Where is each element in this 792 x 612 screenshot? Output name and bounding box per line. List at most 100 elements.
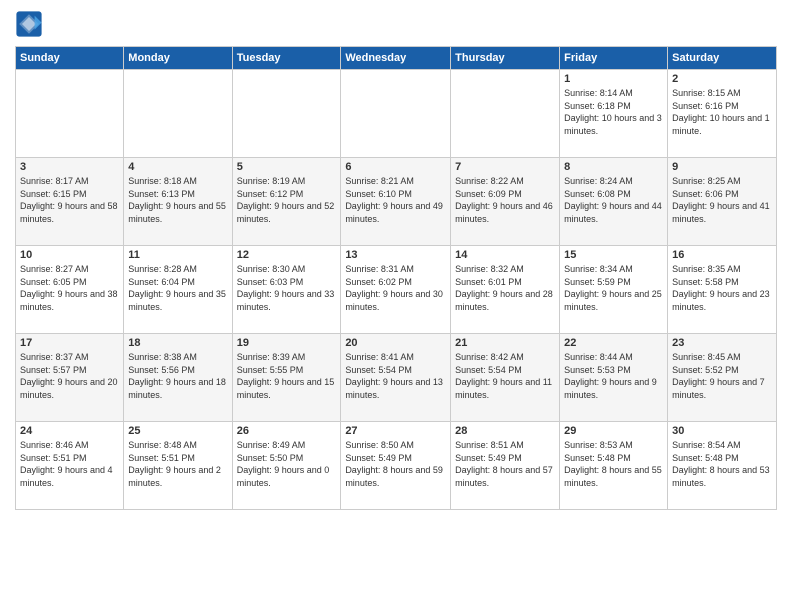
calendar-cell: 16 Sunrise: 8:35 AMSunset: 5:58 PMDayligh… bbox=[668, 246, 777, 334]
day-info: Sunrise: 8:46 AMSunset: 5:51 PMDaylight:… bbox=[20, 439, 119, 489]
day-number: 6 bbox=[345, 161, 446, 173]
calendar-week-row: 17 Sunrise: 8:37 AMSunset: 5:57 PMDayligh… bbox=[16, 334, 777, 422]
day-number: 13 bbox=[345, 249, 446, 261]
calendar-cell bbox=[451, 70, 560, 158]
calendar-cell: 11 Sunrise: 8:28 AMSunset: 6:04 PMDayligh… bbox=[124, 246, 232, 334]
calendar-cell: 10 Sunrise: 8:27 AMSunset: 6:05 PMDayligh… bbox=[16, 246, 124, 334]
calendar-cell: 15 Sunrise: 8:34 AMSunset: 5:59 PMDayligh… bbox=[560, 246, 668, 334]
day-number: 1 bbox=[564, 73, 663, 85]
calendar-cell bbox=[341, 70, 451, 158]
calendar-cell: 25Sunrise: 8:48 AMSunset: 5:51 PMDayligh… bbox=[124, 422, 232, 510]
calendar: SundayMondayTuesdayWednesdayThursdayFrid… bbox=[15, 46, 777, 510]
day-number: 27 bbox=[345, 425, 446, 437]
calendar-week-row: 3 Sunrise: 8:17 AMSunset: 6:15 PMDaylight… bbox=[16, 158, 777, 246]
day-info: Sunrise: 8:31 AMSunset: 6:02 PMDaylight:… bbox=[345, 263, 446, 313]
day-number: 19 bbox=[237, 337, 337, 349]
day-info: Sunrise: 8:53 AMSunset: 5:48 PMDaylight:… bbox=[564, 439, 663, 489]
day-info: Sunrise: 8:34 AMSunset: 5:59 PMDaylight:… bbox=[564, 263, 663, 313]
calendar-cell: 4 Sunrise: 8:18 AMSunset: 6:13 PMDaylight… bbox=[124, 158, 232, 246]
calendar-cell: 28 Sunrise: 8:51 AMSunset: 5:49 PMDayligh… bbox=[451, 422, 560, 510]
day-number: 16 bbox=[672, 249, 772, 261]
day-of-week-header: Saturday bbox=[668, 47, 777, 70]
calendar-cell: 18 Sunrise: 8:38 AMSunset: 5:56 PMDayligh… bbox=[124, 334, 232, 422]
calendar-cell: 27Sunrise: 8:50 AMSunset: 5:49 PMDayligh… bbox=[341, 422, 451, 510]
day-number: 9 bbox=[672, 161, 772, 173]
calendar-cell: 26 Sunrise: 8:49 AMSunset: 5:50 PMDayligh… bbox=[232, 422, 341, 510]
calendar-cell: 5Sunrise: 8:19 AMSunset: 6:12 PMDaylight… bbox=[232, 158, 341, 246]
day-info: Sunrise: 8:49 AMSunset: 5:50 PMDaylight:… bbox=[237, 439, 337, 489]
calendar-cell: 29Sunrise: 8:53 AMSunset: 5:48 PMDayligh… bbox=[560, 422, 668, 510]
calendar-cell: 14Sunrise: 8:32 AMSunset: 6:01 PMDayligh… bbox=[451, 246, 560, 334]
calendar-cell: 13 Sunrise: 8:31 AMSunset: 6:02 PMDayligh… bbox=[341, 246, 451, 334]
day-number: 21 bbox=[455, 337, 555, 349]
day-number: 20 bbox=[345, 337, 446, 349]
day-of-week-header: Friday bbox=[560, 47, 668, 70]
calendar-cell: 8 Sunrise: 8:24 AMSunset: 6:08 PMDaylight… bbox=[560, 158, 668, 246]
day-of-week-header: Thursday bbox=[451, 47, 560, 70]
calendar-week-row: 10 Sunrise: 8:27 AMSunset: 6:05 PMDayligh… bbox=[16, 246, 777, 334]
calendar-cell bbox=[16, 70, 124, 158]
day-info: Sunrise: 8:37 AMSunset: 5:57 PMDaylight:… bbox=[20, 351, 119, 401]
day-number: 30 bbox=[672, 425, 772, 437]
calendar-cell: 17 Sunrise: 8:37 AMSunset: 5:57 PMDayligh… bbox=[16, 334, 124, 422]
calendar-cell: 22 Sunrise: 8:44 AMSunset: 5:53 PMDayligh… bbox=[560, 334, 668, 422]
day-info: Sunrise: 8:21 AMSunset: 6:10 PMDaylight:… bbox=[345, 175, 446, 225]
day-info: Sunrise: 8:35 AMSunset: 5:58 PMDaylight:… bbox=[672, 263, 772, 313]
day-number: 22 bbox=[564, 337, 663, 349]
day-number: 12 bbox=[237, 249, 337, 261]
calendar-cell: 21 Sunrise: 8:42 AMSunset: 5:54 PMDayligh… bbox=[451, 334, 560, 422]
day-number: 25 bbox=[128, 425, 227, 437]
day-of-week-header: Monday bbox=[124, 47, 232, 70]
calendar-week-row: 1 Sunrise: 8:14 AMSunset: 6:18 PMDaylight… bbox=[16, 70, 777, 158]
day-of-week-header: Sunday bbox=[16, 47, 124, 70]
calendar-week-row: 24 Sunrise: 8:46 AMSunset: 5:51 PMDayligh… bbox=[16, 422, 777, 510]
calendar-cell: 30 Sunrise: 8:54 AMSunset: 5:48 PMDayligh… bbox=[668, 422, 777, 510]
logo-icon bbox=[15, 10, 43, 38]
day-number: 26 bbox=[237, 425, 337, 437]
calendar-cell: 9 Sunrise: 8:25 AMSunset: 6:06 PMDaylight… bbox=[668, 158, 777, 246]
calendar-header-row: SundayMondayTuesdayWednesdayThursdayFrid… bbox=[16, 47, 777, 70]
calendar-cell: 7 Sunrise: 8:22 AMSunset: 6:09 PMDaylight… bbox=[451, 158, 560, 246]
day-info: Sunrise: 8:25 AMSunset: 6:06 PMDaylight:… bbox=[672, 175, 772, 225]
day-info: Sunrise: 8:19 AMSunset: 6:12 PMDaylight:… bbox=[237, 175, 337, 225]
calendar-cell: 19Sunrise: 8:39 AMSunset: 5:55 PMDayligh… bbox=[232, 334, 341, 422]
day-number: 24 bbox=[20, 425, 119, 437]
day-info: Sunrise: 8:44 AMSunset: 5:53 PMDaylight:… bbox=[564, 351, 663, 401]
calendar-cell: 24 Sunrise: 8:46 AMSunset: 5:51 PMDayligh… bbox=[16, 422, 124, 510]
header bbox=[15, 10, 777, 38]
day-number: 3 bbox=[20, 161, 119, 173]
day-number: 28 bbox=[455, 425, 555, 437]
calendar-cell: 2 Sunrise: 8:15 AMSunset: 6:16 PMDaylight… bbox=[668, 70, 777, 158]
day-number: 8 bbox=[564, 161, 663, 173]
day-info: Sunrise: 8:18 AMSunset: 6:13 PMDaylight:… bbox=[128, 175, 227, 225]
day-info: Sunrise: 8:54 AMSunset: 5:48 PMDaylight:… bbox=[672, 439, 772, 489]
day-info: Sunrise: 8:22 AMSunset: 6:09 PMDaylight:… bbox=[455, 175, 555, 225]
day-number: 11 bbox=[128, 249, 227, 261]
day-info: Sunrise: 8:24 AMSunset: 6:08 PMDaylight:… bbox=[564, 175, 663, 225]
day-number: 17 bbox=[20, 337, 119, 349]
day-of-week-header: Tuesday bbox=[232, 47, 341, 70]
calendar-cell: 3 Sunrise: 8:17 AMSunset: 6:15 PMDaylight… bbox=[16, 158, 124, 246]
calendar-cell bbox=[232, 70, 341, 158]
day-number: 15 bbox=[564, 249, 663, 261]
day-info: Sunrise: 8:14 AMSunset: 6:18 PMDaylight:… bbox=[564, 87, 663, 137]
day-number: 10 bbox=[20, 249, 119, 261]
day-info: Sunrise: 8:17 AMSunset: 6:15 PMDaylight:… bbox=[20, 175, 119, 225]
day-number: 14 bbox=[455, 249, 555, 261]
calendar-cell: 12Sunrise: 8:30 AMSunset: 6:03 PMDayligh… bbox=[232, 246, 341, 334]
day-number: 4 bbox=[128, 161, 227, 173]
day-info: Sunrise: 8:42 AMSunset: 5:54 PMDaylight:… bbox=[455, 351, 555, 401]
day-info: Sunrise: 8:15 AMSunset: 6:16 PMDaylight:… bbox=[672, 87, 772, 137]
day-info: Sunrise: 8:27 AMSunset: 6:05 PMDaylight:… bbox=[20, 263, 119, 313]
day-info: Sunrise: 8:28 AMSunset: 6:04 PMDaylight:… bbox=[128, 263, 227, 313]
calendar-cell: 23Sunrise: 8:45 AMSunset: 5:52 PMDayligh… bbox=[668, 334, 777, 422]
day-info: Sunrise: 8:38 AMSunset: 5:56 PMDaylight:… bbox=[128, 351, 227, 401]
calendar-cell: 1 Sunrise: 8:14 AMSunset: 6:18 PMDaylight… bbox=[560, 70, 668, 158]
day-number: 7 bbox=[455, 161, 555, 173]
day-info: Sunrise: 8:45 AMSunset: 5:52 PMDaylight:… bbox=[672, 351, 772, 401]
day-number: 18 bbox=[128, 337, 227, 349]
day-info: Sunrise: 8:51 AMSunset: 5:49 PMDaylight:… bbox=[455, 439, 555, 489]
logo bbox=[15, 10, 47, 38]
calendar-cell: 20Sunrise: 8:41 AMSunset: 5:54 PMDayligh… bbox=[341, 334, 451, 422]
day-number: 2 bbox=[672, 73, 772, 85]
